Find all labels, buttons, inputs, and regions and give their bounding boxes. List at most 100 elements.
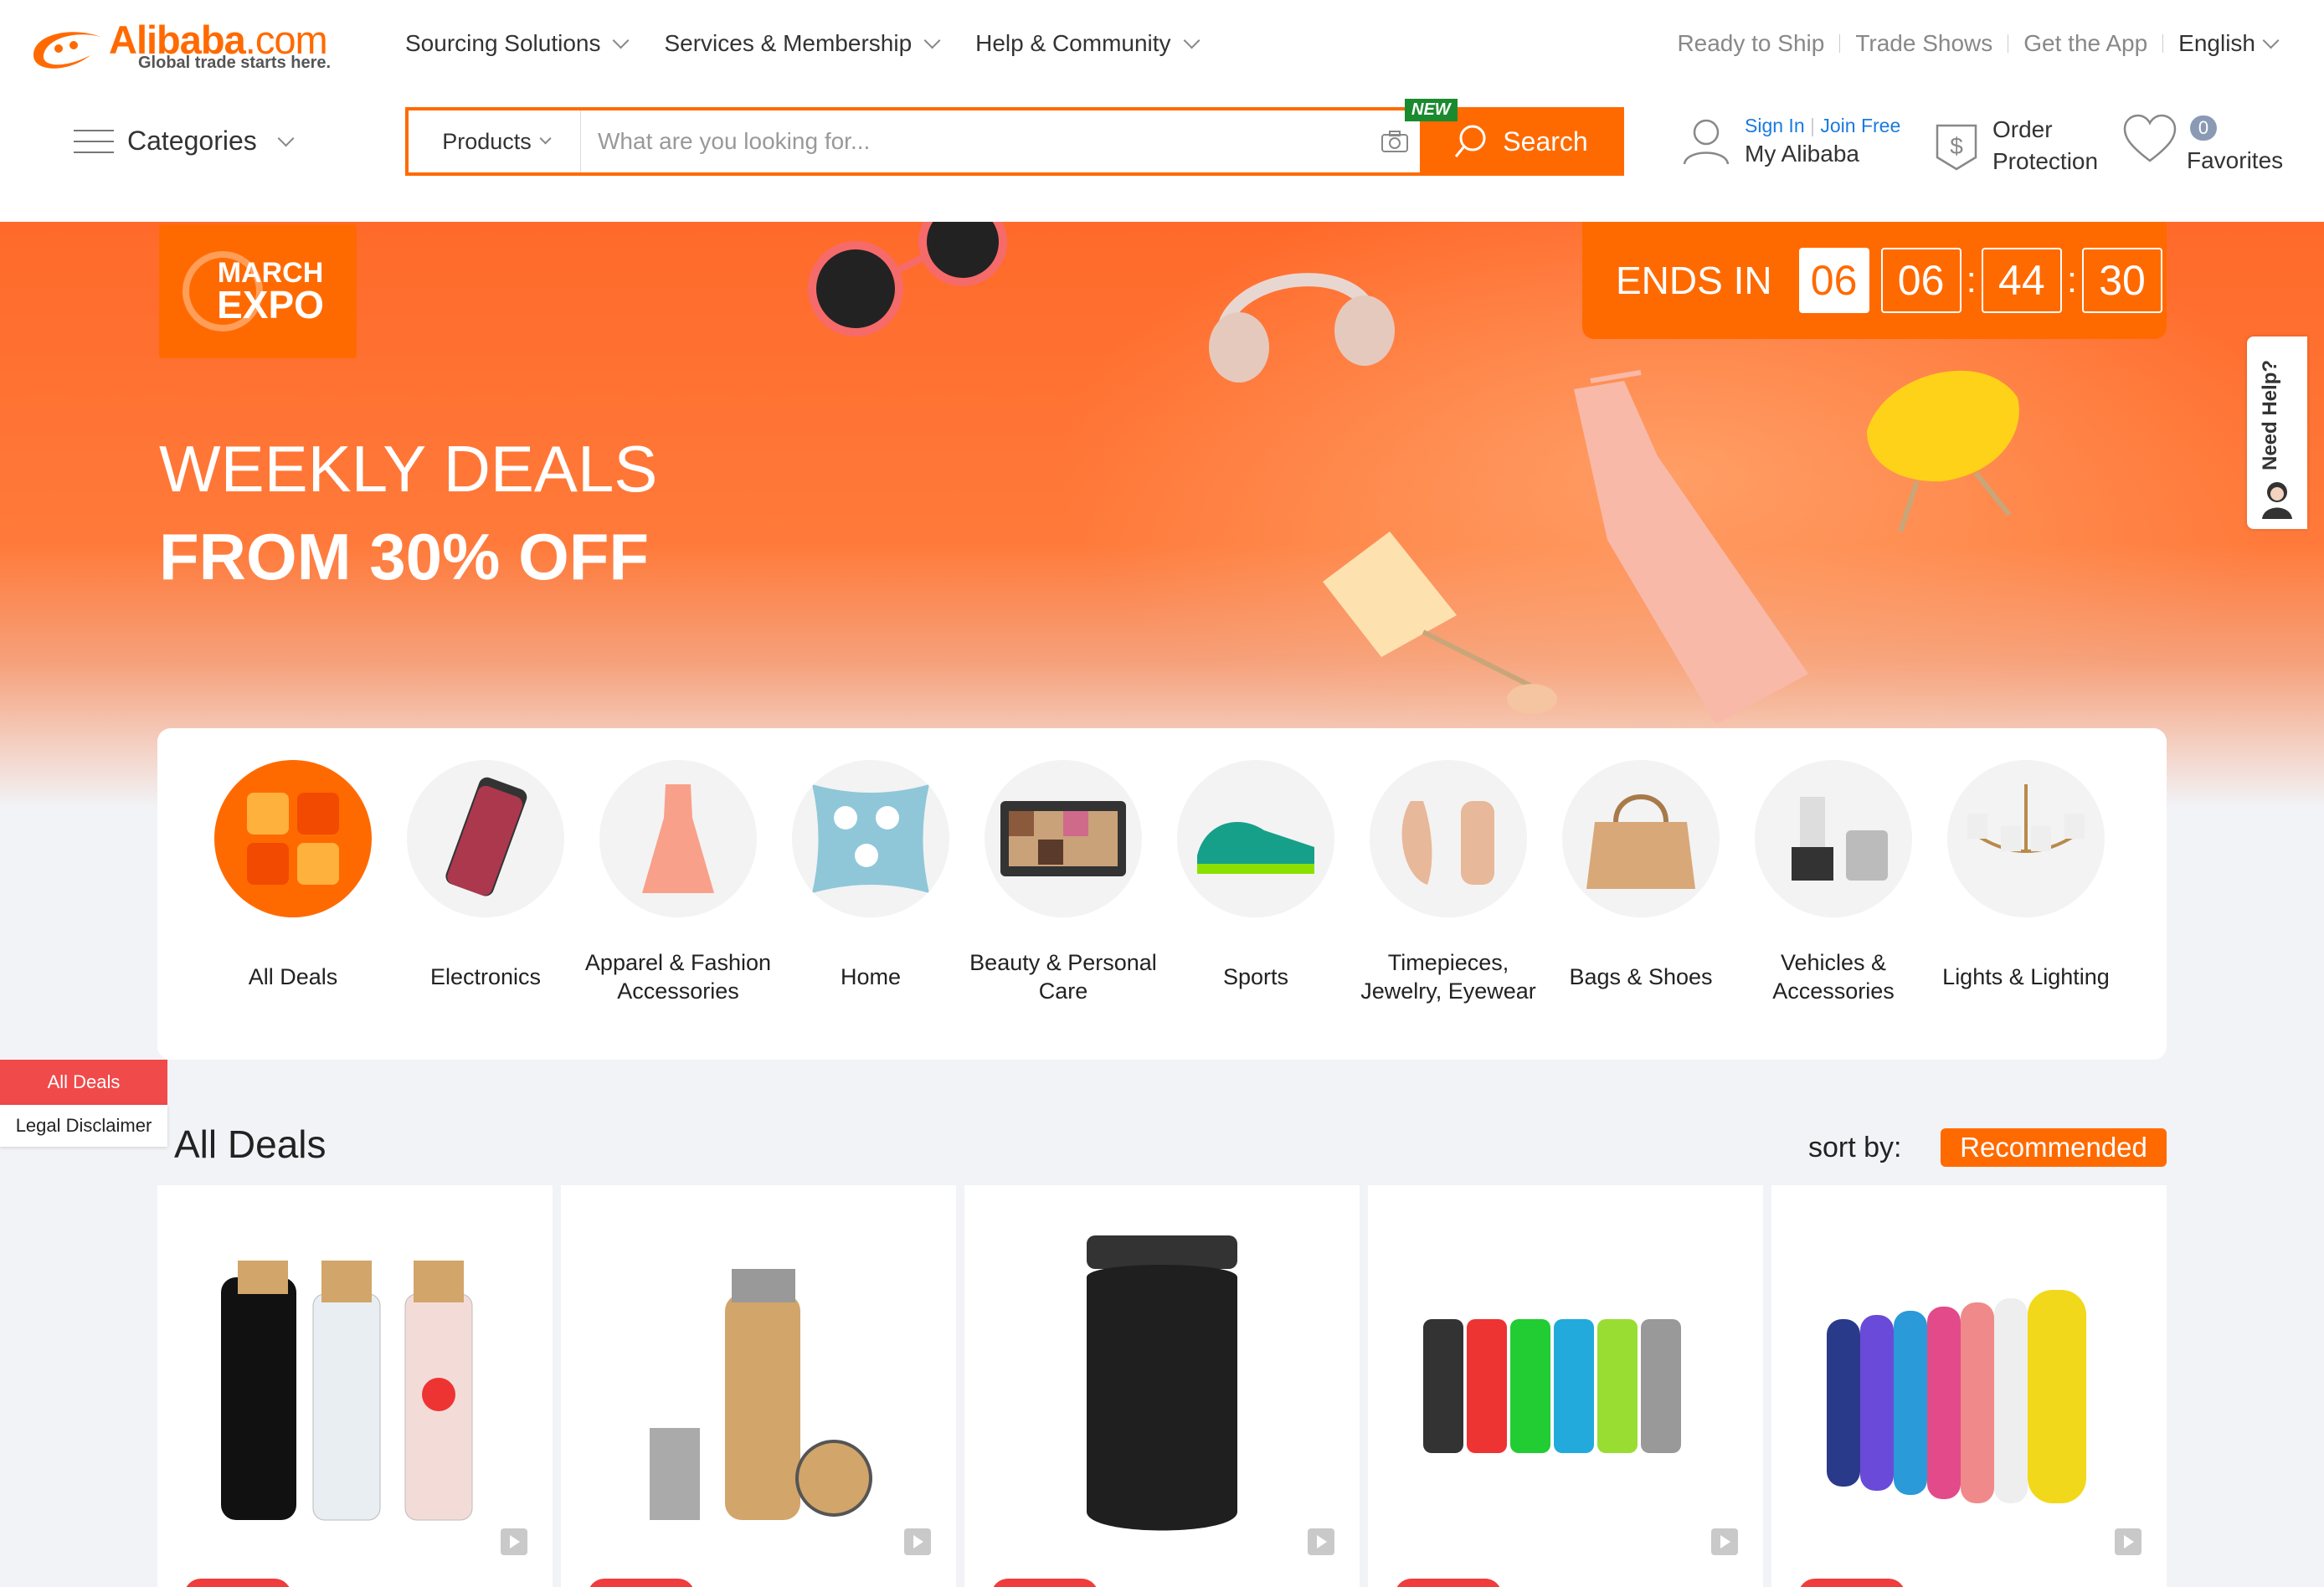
favorites[interactable]: 0 Favorites [2121, 114, 2283, 174]
category-bags-shoes[interactable]: Bags & Shoes [1562, 760, 1720, 1023]
sort-label: sort by: [1808, 1132, 1902, 1163]
side-tab-legal-disclaimer[interactable]: Legal Disclaimer [0, 1105, 167, 1147]
my-alibaba-label: My Alibaba [1745, 140, 1859, 167]
user-icon [1683, 119, 1730, 165]
product-card[interactable] [964, 1185, 1360, 1587]
new-badge: NEW [1405, 99, 1458, 121]
discount-badge [184, 1579, 291, 1587]
logo-tagline: Global trade starts here. [138, 54, 332, 72]
category-vehicles-accessories[interactable]: Vehicles & Accessories [1755, 760, 1912, 1023]
categories-label: Categories [127, 126, 257, 156]
discount-badge [991, 1579, 1098, 1587]
sort-select[interactable]: Recommended [1941, 1128, 2167, 1167]
video-play-icon[interactable] [2115, 1528, 2141, 1555]
chair-image [1867, 370, 2019, 532]
divider [1839, 34, 1841, 53]
timer-minutes: 44 [1981, 248, 2062, 313]
category-home[interactable]: Home [792, 760, 949, 1023]
need-help-tab[interactable]: Need Help? [2247, 336, 2307, 529]
colorful-bottles-image [1771, 1219, 2167, 1554]
side-tabs: All Deals Legal Disclaimer [0, 1060, 167, 1147]
order-protection-icon: $ [1936, 124, 1977, 171]
march-expo-logo: MARCH EXPO [159, 224, 357, 358]
video-play-icon[interactable] [1711, 1528, 1738, 1555]
sunglasses-image [808, 222, 1007, 336]
video-play-icon[interactable] [1308, 1528, 1334, 1555]
product-grid [157, 1185, 2167, 1587]
category-strip: All Deals Electronics Apparel & Fashion … [157, 728, 2167, 1060]
chevron-down-icon [2262, 32, 2280, 49]
favorites-count: 0 [2190, 116, 2217, 141]
timer-seconds: 30 [2082, 248, 2163, 313]
chandelier-icon [1947, 760, 2105, 917]
category-beauty-personal-care[interactable]: Beauty & Personal Care [969, 760, 1157, 1023]
video-play-icon[interactable] [904, 1528, 931, 1555]
nav-help-community[interactable]: Help & Community [975, 30, 1200, 57]
earrings-icon [1370, 760, 1527, 917]
site-header: Alibaba.com Global trade starts here. So… [0, 0, 2324, 222]
side-tab-all-deals[interactable]: All Deals [0, 1060, 167, 1105]
banner-headline: WEEKLY DEALS [159, 432, 658, 506]
product-card[interactable] [157, 1185, 553, 1587]
product-card[interactable] [1368, 1185, 1763, 1587]
chevron-down-icon [277, 130, 295, 146]
sign-in-link[interactable]: Sign In [1745, 115, 1805, 136]
banner-subheadline: FROM 30% OFF [159, 520, 650, 593]
handbag-icon [1562, 760, 1720, 917]
timer-label: ENDS IN [1616, 259, 1772, 302]
section-title: All Deals [174, 1122, 326, 1166]
discount-badge [1395, 1579, 1502, 1587]
bamboo-bottle-image [561, 1219, 956, 1554]
discount-badge [1798, 1579, 1905, 1587]
chevron-down-icon [923, 32, 941, 49]
category-electronics[interactable]: Electronics [407, 760, 564, 1023]
search-input[interactable] [581, 110, 1370, 172]
alibaba-logo[interactable]: Alibaba.com Global trade starts here. [25, 17, 343, 75]
category-all-deals[interactable]: All Deals [214, 760, 372, 1023]
join-free-link[interactable]: Join Free [1820, 115, 1900, 136]
sneaker-icon [1177, 760, 1334, 917]
pillow-icon [792, 760, 949, 917]
category-sports[interactable]: Sports [1177, 760, 1334, 1023]
nav-services-membership[interactable]: Services & Membership [664, 30, 941, 57]
search-scope-select[interactable]: Products [409, 110, 581, 172]
link-ready-to-ship[interactable]: Ready to Ship [1677, 30, 1824, 57]
sports-bottles-image [1368, 1219, 1763, 1554]
glass-bottles-image [157, 1219, 553, 1554]
black-tumbler-image [964, 1219, 1360, 1554]
nav-sourcing-solutions[interactable]: Sourcing Solutions [405, 30, 630, 57]
lamp-image [1323, 532, 1557, 714]
top-nav: Sourcing Solutions Services & Membership… [405, 30, 1200, 57]
dress-icon [599, 760, 757, 917]
timer-hours: 06 [1880, 248, 1962, 313]
menu-icon [74, 128, 114, 155]
headlight-bulb-icon [1755, 760, 1912, 917]
language-selector[interactable]: English [2178, 30, 2280, 57]
link-get-the-app[interactable]: Get the App [2023, 30, 2147, 57]
chevron-down-icon [613, 32, 630, 49]
divider [2162, 34, 2164, 53]
heart-icon [2123, 114, 2177, 162]
all-deals-icon [214, 760, 372, 917]
product-card[interactable] [1771, 1185, 2167, 1587]
account-menu[interactable]: Sign In | Join Free My Alibaba [1679, 114, 1900, 167]
headphones-image [1209, 273, 1395, 383]
order-protection[interactable]: $ Order Protection [1932, 114, 2098, 177]
phone-case-icon [407, 760, 564, 917]
chevron-down-icon [1183, 32, 1200, 49]
svg-text:$: $ [1950, 133, 1963, 159]
search-icon [1455, 125, 1486, 157]
category-lights-lighting[interactable]: Lights & Lighting [1942, 760, 2110, 1023]
timer-days: 06 [1798, 248, 1869, 313]
top-links: Ready to Ship Trade Shows Get the App En… [1677, 30, 2280, 57]
chevron-down-icon [539, 132, 552, 145]
favorites-label: Favorites [2187, 147, 2284, 173]
link-trade-shows[interactable]: Trade Shows [1855, 30, 1992, 57]
video-play-icon[interactable] [501, 1528, 527, 1555]
category-apparel-fashion[interactable]: Apparel & Fashion Accessories [585, 760, 771, 1023]
alibaba-logo-mark [33, 32, 100, 69]
product-card[interactable] [561, 1185, 956, 1587]
discount-badge [588, 1579, 695, 1587]
category-timepieces-jewelry[interactable]: Timepieces, Jewelry, Eyewear [1360, 760, 1536, 1023]
categories-menu[interactable]: Categories [74, 126, 295, 157]
